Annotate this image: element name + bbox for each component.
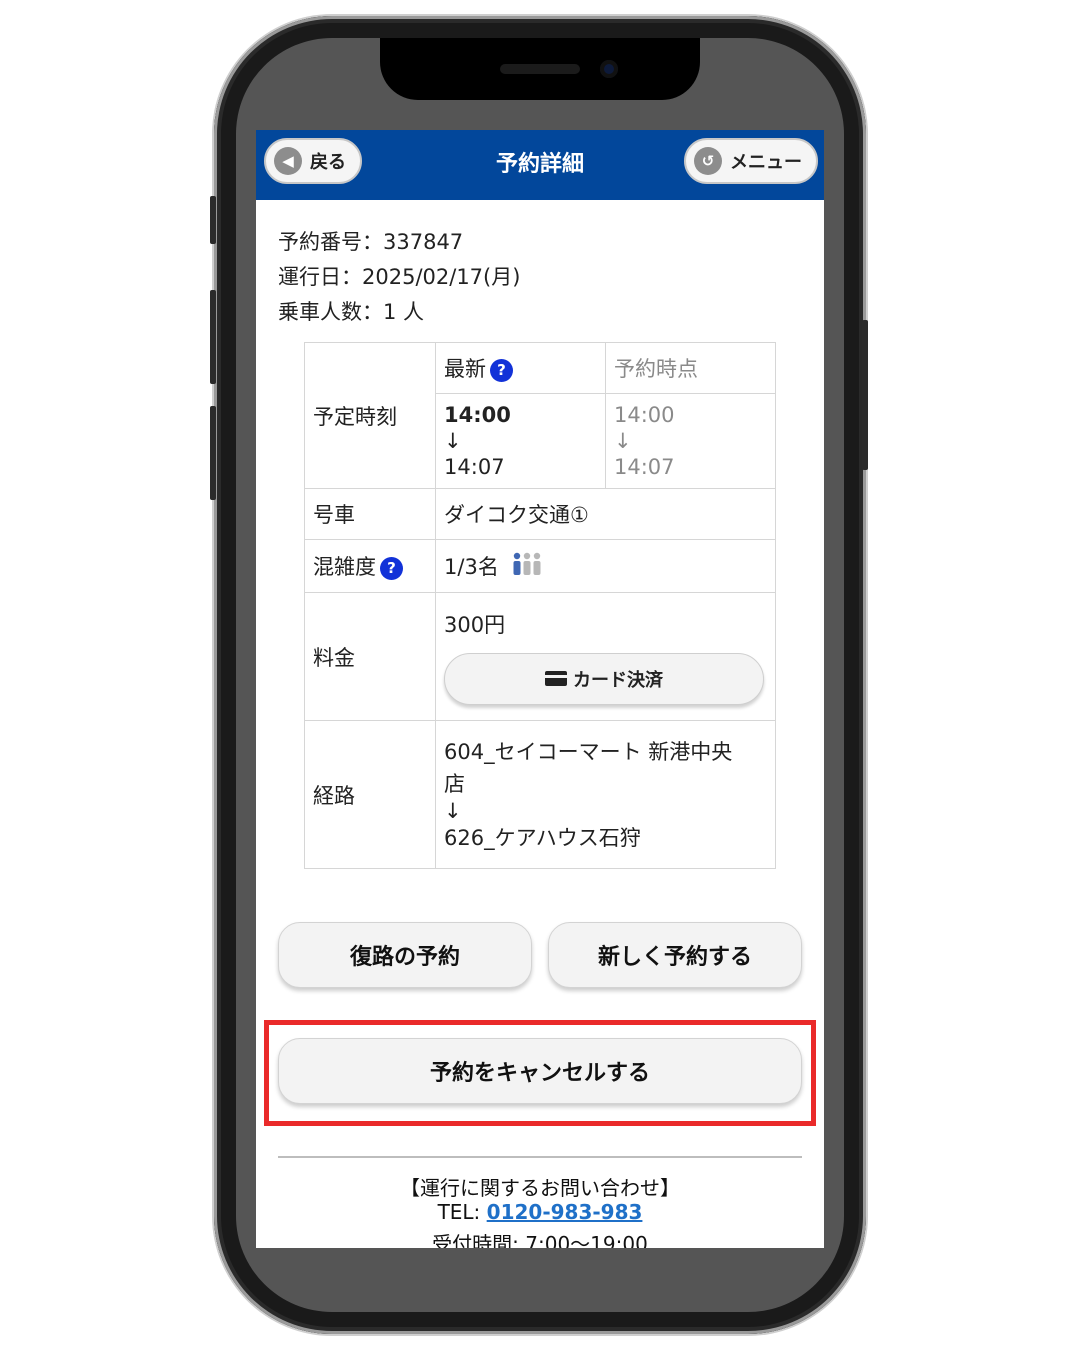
- latest-arrow: ↓: [444, 429, 462, 453]
- congestion-row: 混雑度? 1/3名: [303, 539, 776, 593]
- menu-button-label: メニュー: [730, 152, 802, 173]
- volume-down-button: [210, 406, 216, 500]
- cancel-booking-button[interactable]: 予約をキャンセルする: [278, 1038, 802, 1104]
- congestion-value: 1/3名: [444, 555, 499, 579]
- route-from-line1: 604_セイコーマート 新港中央: [444, 739, 733, 764]
- route-from-line2: 店: [444, 771, 466, 796]
- front-camera: [600, 60, 618, 78]
- reservation-number-value: 337847: [383, 230, 464, 254]
- people-icon: [513, 552, 541, 575]
- congestion-value-cell: 1/3名: [435, 539, 776, 593]
- passenger-count-label: 乗車人数：: [278, 300, 383, 324]
- new-booking-button[interactable]: 新しく予約する: [548, 922, 802, 988]
- back-button-label: 戻る: [310, 152, 346, 173]
- menu-button[interactable]: ↺ メニュー: [684, 138, 818, 184]
- col-booked-header: 予約時点: [605, 342, 776, 394]
- power-button: [862, 320, 868, 470]
- fare-value-cell: 300円 カード決済: [435, 592, 776, 721]
- col-latest-label: 最新: [444, 357, 487, 381]
- fare-row: 料金 300円 カード決済: [303, 592, 776, 721]
- reservation-detail-table: 予定時刻 最新? 予約時点 14:00 ↓ 14:07 14:00 ↓ 14:0…: [303, 342, 776, 869]
- service-date-label: 運行日：: [278, 265, 362, 289]
- app-screen: 予約詳細 ◀ 戻る ↺ メニュー 予約番号：337847 運行日：2025/02…: [256, 130, 824, 1248]
- chevron-left-icon: ◀: [274, 147, 302, 175]
- return-trip-label: 復路の予約: [349, 945, 460, 970]
- refresh-icon: ↺: [694, 147, 722, 175]
- card-payment-label: カード決済: [573, 669, 664, 691]
- app-header: 予約詳細 ◀ 戻る ↺ メニュー: [256, 130, 824, 200]
- latest-depart: 14:00: [444, 403, 511, 427]
- mute-switch: [210, 196, 216, 244]
- col-latest-header: 最新?: [435, 342, 606, 394]
- help-icon[interactable]: ?: [380, 556, 403, 580]
- table-header-row: 予定時刻 最新? 予約時点: [303, 342, 776, 489]
- latest-arrive: 14:07: [444, 455, 505, 479]
- booked-arrive: 14:07: [614, 455, 675, 479]
- tel-link[interactable]: 0120-983-983: [487, 1200, 643, 1224]
- congestion-label-cell: 混雑度?: [303, 539, 437, 593]
- earpiece-speaker: [500, 64, 580, 74]
- credit-card-icon: [545, 671, 568, 686]
- fare-value: 300円: [444, 612, 506, 637]
- cancel-booking-label: 予約をキャンセルする: [429, 1061, 650, 1086]
- latest-times: 14:00 ↓ 14:07: [435, 393, 606, 489]
- footer-divider: [278, 1156, 802, 1158]
- booked-arrow: ↓: [614, 429, 632, 453]
- contact-hours: 受付時間: 7:00〜19:00: [432, 1232, 648, 1248]
- route-value-cell: 604_セイコーマート 新港中央 店 ↓ 626_ケアハウス石狩: [435, 720, 776, 869]
- help-icon[interactable]: ?: [490, 358, 514, 382]
- route-arrow: ↓: [444, 798, 462, 823]
- contact-title: 【運行に関するお問い合わせ】: [400, 1176, 680, 1200]
- back-button[interactable]: ◀ 戻る: [264, 138, 362, 184]
- car-value: ダイコク交通①: [435, 488, 776, 540]
- route-to: 626_ケアハウス石狩: [444, 825, 641, 850]
- car-row: 号車 ダイコク交通①: [303, 488, 776, 540]
- route-row: 経路 604_セイコーマート 新港中央 店 ↓ 626_ケアハウス石狩: [303, 720, 776, 869]
- service-date: 運行日：2025/02/17(月): [278, 261, 520, 291]
- congestion-label: 混雑度: [313, 555, 376, 579]
- reservation-number-label: 予約番号：: [278, 230, 383, 254]
- service-date-value: 2025/02/17(月): [362, 265, 521, 289]
- card-payment-button[interactable]: カード決済: [444, 652, 765, 705]
- return-trip-button[interactable]: 復路の予約: [278, 922, 532, 988]
- schedule-label: 予定時刻: [303, 342, 437, 489]
- car-label: 号車: [303, 488, 437, 540]
- contact-tel: TEL: 0120-983-983: [256, 1200, 824, 1224]
- volume-up-button: [210, 290, 216, 384]
- passenger-count: 乗車人数：1 人: [278, 296, 424, 326]
- booked-depart: 14:00: [614, 403, 675, 427]
- passenger-count-value: 1 人: [383, 300, 425, 324]
- route-label: 経路: [303, 720, 437, 869]
- tel-label: TEL:: [437, 1200, 487, 1224]
- fare-label: 料金: [303, 592, 437, 721]
- booked-times: 14:00 ↓ 14:07: [605, 393, 776, 489]
- reservation-number: 予約番号：337847: [278, 226, 463, 256]
- new-booking-label: 新しく予約する: [597, 945, 752, 970]
